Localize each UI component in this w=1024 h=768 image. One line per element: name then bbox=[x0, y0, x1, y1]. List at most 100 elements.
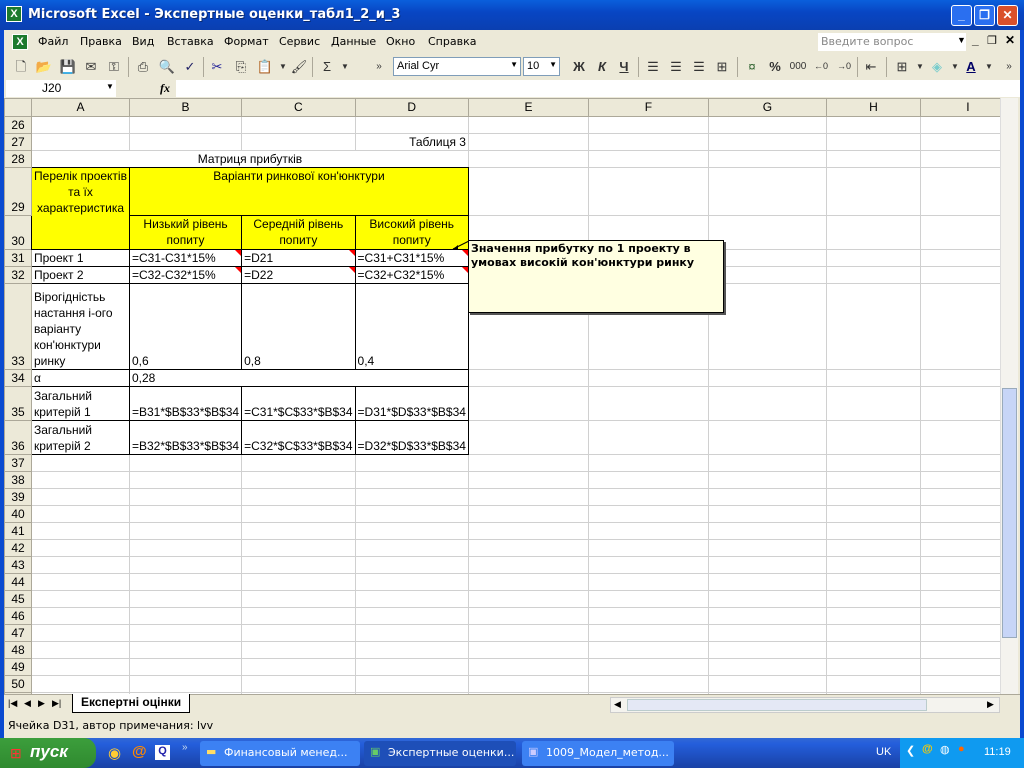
row-header[interactable]: 31 bbox=[4, 249, 32, 267]
cell[interactable] bbox=[241, 607, 356, 625]
menu-format[interactable]: Формат bbox=[224, 35, 269, 48]
ask-question-input[interactable]: Введите вопрос bbox=[818, 33, 966, 51]
cell-header-projects[interactable]: Перелік проектів та їх характеристика bbox=[31, 167, 130, 250]
cell[interactable] bbox=[31, 641, 130, 659]
cell[interactable] bbox=[31, 658, 130, 676]
cell[interactable] bbox=[825, 607, 921, 625]
workbook-icon[interactable]: X bbox=[12, 34, 28, 50]
cell[interactable] bbox=[354, 116, 469, 134]
column-header[interactable]: G bbox=[707, 98, 827, 117]
cell[interactable] bbox=[128, 590, 243, 608]
cell[interactable]: 0,8 bbox=[241, 283, 356, 370]
cell[interactable] bbox=[825, 624, 921, 642]
column-header[interactable]: B bbox=[128, 98, 243, 117]
cell[interactable] bbox=[825, 505, 921, 523]
cell[interactable]: Проект 2 bbox=[31, 266, 130, 284]
cell[interactable] bbox=[354, 539, 469, 557]
currency-icon[interactable]: ¤ bbox=[743, 58, 761, 75]
cell-header-low[interactable]: Низький рівень попиту bbox=[128, 215, 243, 250]
row-header[interactable]: 34 bbox=[4, 369, 32, 387]
row-header[interactable]: 44 bbox=[4, 573, 32, 591]
cell[interactable] bbox=[707, 420, 827, 455]
cell[interactable] bbox=[467, 133, 589, 151]
doc-close-button[interactable]: ✕ bbox=[1005, 33, 1015, 47]
row-header[interactable]: 28 bbox=[4, 150, 32, 168]
cell[interactable] bbox=[467, 556, 589, 574]
menu-insert[interactable]: Вставка bbox=[167, 35, 214, 48]
doc-minimize-button[interactable]: _ bbox=[972, 33, 979, 47]
cell[interactable] bbox=[467, 573, 589, 591]
cell[interactable] bbox=[707, 522, 827, 540]
menu-window[interactable]: Окно bbox=[386, 35, 415, 48]
close-button[interactable]: ✕ bbox=[997, 5, 1018, 26]
cell[interactable] bbox=[587, 590, 709, 608]
cell-header-variants[interactable]: Варіанти ринкової кон'юнктури bbox=[129, 167, 469, 216]
horizontal-scrollbar[interactable]: ◀ ▶ bbox=[610, 697, 1000, 713]
cell[interactable] bbox=[241, 471, 356, 489]
cell[interactable] bbox=[707, 556, 827, 574]
cell[interactable] bbox=[128, 454, 243, 472]
cell[interactable] bbox=[354, 522, 469, 540]
cell[interactable] bbox=[825, 539, 921, 557]
row-header[interactable]: 26 bbox=[4, 116, 32, 134]
cell[interactable] bbox=[467, 386, 589, 421]
row-header[interactable]: 45 bbox=[4, 590, 32, 608]
cell[interactable] bbox=[31, 624, 130, 642]
taskbar-item-excel[interactable]: ▣ Экспертные оценки... bbox=[364, 741, 516, 766]
cell[interactable] bbox=[707, 266, 827, 284]
spreadsheet-grid[interactable]: A B C D E F G H I 26 27 Таблиця 3 28 Матри… bbox=[4, 98, 1016, 710]
row-header[interactable]: 27 bbox=[4, 133, 32, 151]
cell[interactable] bbox=[467, 454, 589, 472]
cell[interactable] bbox=[707, 539, 827, 557]
cell[interactable] bbox=[354, 675, 469, 693]
cell[interactable] bbox=[467, 167, 589, 216]
align-center-icon[interactable]: ☰ bbox=[667, 58, 685, 75]
email-icon[interactable]: ✉ bbox=[82, 58, 100, 75]
cell[interactable] bbox=[31, 522, 130, 540]
name-box[interactable]: J20 ▼ bbox=[6, 80, 116, 97]
row-header[interactable]: 41 bbox=[4, 522, 32, 540]
cell[interactable] bbox=[241, 658, 356, 676]
cell[interactable] bbox=[825, 167, 921, 216]
cell[interactable] bbox=[128, 505, 243, 523]
cell[interactable] bbox=[707, 249, 827, 267]
minimize-button[interactable]: _ bbox=[951, 5, 972, 26]
cell[interactable] bbox=[707, 283, 827, 370]
cell-with-comment[interactable]: =C32+C32*15% bbox=[354, 266, 469, 284]
cell[interactable] bbox=[587, 471, 709, 489]
cell[interactable]: =D32*$D$33*$B$34 bbox=[354, 420, 469, 455]
decrease-decimal-icon[interactable]: →0 bbox=[835, 58, 853, 75]
fill-color-icon[interactable]: ◈ bbox=[928, 58, 946, 75]
cell[interactable] bbox=[587, 607, 709, 625]
cell-with-comment[interactable]: =C32-C32*15% bbox=[128, 266, 243, 284]
menu-file[interactable]: Файл bbox=[38, 35, 68, 48]
cell[interactable] bbox=[354, 658, 469, 676]
cell[interactable] bbox=[825, 556, 921, 574]
cell[interactable]: Проект 1 bbox=[31, 249, 130, 267]
cell[interactable] bbox=[707, 454, 827, 472]
cell-with-comment[interactable]: =D21 bbox=[241, 249, 356, 267]
italic-button[interactable]: К bbox=[593, 58, 611, 75]
chrome-icon[interactable]: ◉ bbox=[108, 744, 121, 762]
row-header[interactable]: 35 bbox=[4, 386, 32, 421]
cell[interactable] bbox=[587, 420, 709, 455]
cell[interactable] bbox=[707, 590, 827, 608]
cell[interactable] bbox=[587, 522, 709, 540]
menu-edit[interactable]: Правка bbox=[80, 35, 122, 48]
cell[interactable] bbox=[354, 607, 469, 625]
cell[interactable]: α bbox=[31, 369, 130, 387]
increase-decimal-icon[interactable]: ←0 bbox=[812, 58, 830, 75]
borders-dropdown-icon[interactable]: ▼ bbox=[911, 58, 929, 75]
cell[interactable] bbox=[825, 488, 921, 506]
scroll-left-icon[interactable]: ◀ bbox=[614, 699, 621, 710]
row-header[interactable]: 36 bbox=[4, 420, 32, 455]
font-name-select[interactable]: Arial Cyr ▼ bbox=[393, 57, 521, 76]
cell[interactable] bbox=[707, 133, 827, 151]
vertical-scrollbar[interactable] bbox=[1000, 98, 1018, 694]
cell[interactable] bbox=[31, 133, 130, 151]
cell-table-label[interactable]: Таблиця 3 bbox=[354, 133, 469, 151]
cell[interactable]: =C31*$C$33*$B$34 bbox=[241, 386, 356, 421]
cell[interactable]: =C32*$C$33*$B$34 bbox=[241, 420, 356, 455]
cell[interactable] bbox=[354, 624, 469, 642]
language-indicator[interactable]: UK bbox=[876, 746, 891, 758]
